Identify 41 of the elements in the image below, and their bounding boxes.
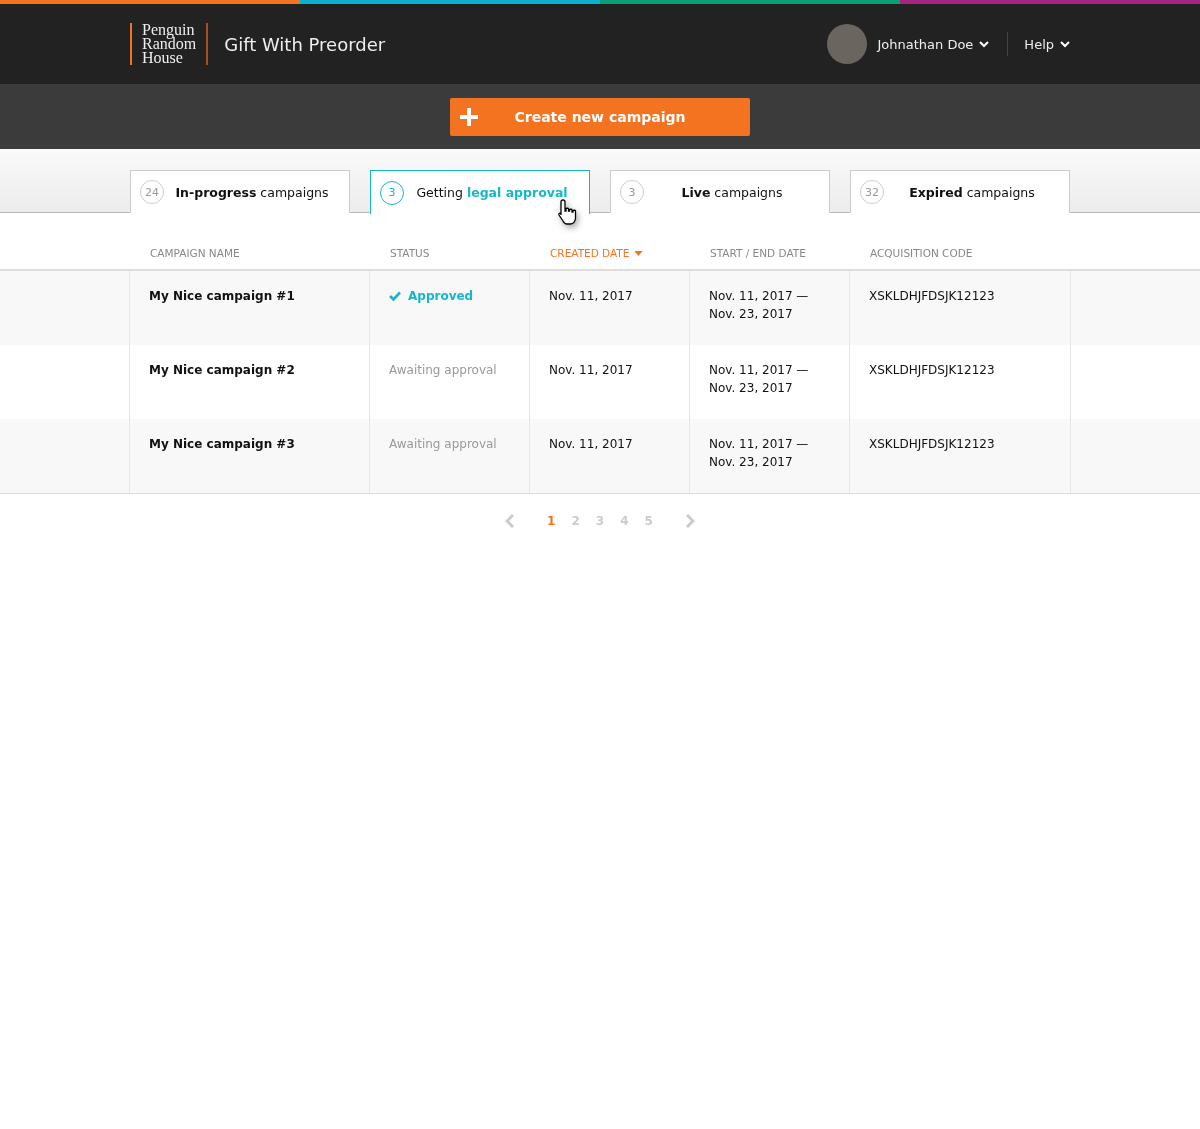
sort-down-icon	[634, 250, 644, 256]
create-campaign-button[interactable]: Create new campaign	[450, 97, 750, 136]
campaign-tab[interactable]: 24 In-progress campaigns	[130, 170, 350, 213]
status-text: Approved	[389, 289, 474, 303]
column-header[interactable]: START / END DATE	[690, 247, 850, 259]
status-text: Awaiting approval	[389, 363, 497, 377]
chevron-down-icon	[1060, 40, 1070, 48]
start-date: Nov. 11, 2017 —	[709, 363, 809, 377]
end-date: Nov. 23, 2017	[709, 307, 793, 321]
end-date: Nov. 23, 2017	[709, 455, 793, 469]
publisher-logo[interactable]: Penguin Random House	[130, 23, 209, 65]
avatar	[827, 24, 868, 64]
campaign-name: My Nice campaign #3	[149, 437, 295, 451]
app-title: Gift With Preorder	[224, 33, 386, 55]
campaign-tab[interactable]: 32 Expired campaigns	[850, 170, 1070, 213]
end-date: Nov. 23, 2017	[709, 381, 793, 395]
column-header[interactable]: CAMPAIGN NAME	[130, 247, 370, 259]
hand-cursor-icon	[557, 198, 579, 226]
acquisition-code: XSKLDHJFDSJK12123	[869, 289, 995, 303]
start-date: Nov. 11, 2017 —	[709, 289, 809, 303]
check-icon	[389, 291, 401, 301]
user-menu[interactable]: Johnathan Doe	[877, 36, 990, 52]
chevron-left-icon[interactable]	[505, 514, 516, 528]
column-header[interactable]: CREATED DATE	[530, 247, 690, 259]
column-header[interactable]: STATUS	[370, 247, 530, 259]
help-menu[interactable]: Help	[1024, 36, 1070, 52]
acquisition-code: XSKLDHJFDSJK12123	[869, 363, 995, 377]
created-date: Nov. 11, 2017	[549, 289, 633, 303]
created-date: Nov. 11, 2017	[549, 363, 633, 377]
start-date: Nov. 11, 2017 —	[709, 437, 809, 451]
page-link[interactable]: 1	[545, 514, 558, 528]
plus-icon	[460, 107, 478, 126]
campaign-tab[interactable]: 3 Live campaigns	[610, 170, 830, 213]
chevron-right-icon[interactable]	[684, 514, 695, 528]
column-header[interactable]: ACQUISITION CODE	[850, 247, 1070, 259]
status-text: Awaiting approval	[389, 437, 497, 451]
campaign-name: My Nice campaign #2	[149, 363, 295, 377]
chevron-down-icon	[979, 40, 990, 48]
campaign-name: My Nice campaign #1	[149, 289, 295, 303]
created-date: Nov. 11, 2017	[549, 437, 633, 451]
acquisition-code: XSKLDHJFDSJK12123	[869, 437, 995, 451]
